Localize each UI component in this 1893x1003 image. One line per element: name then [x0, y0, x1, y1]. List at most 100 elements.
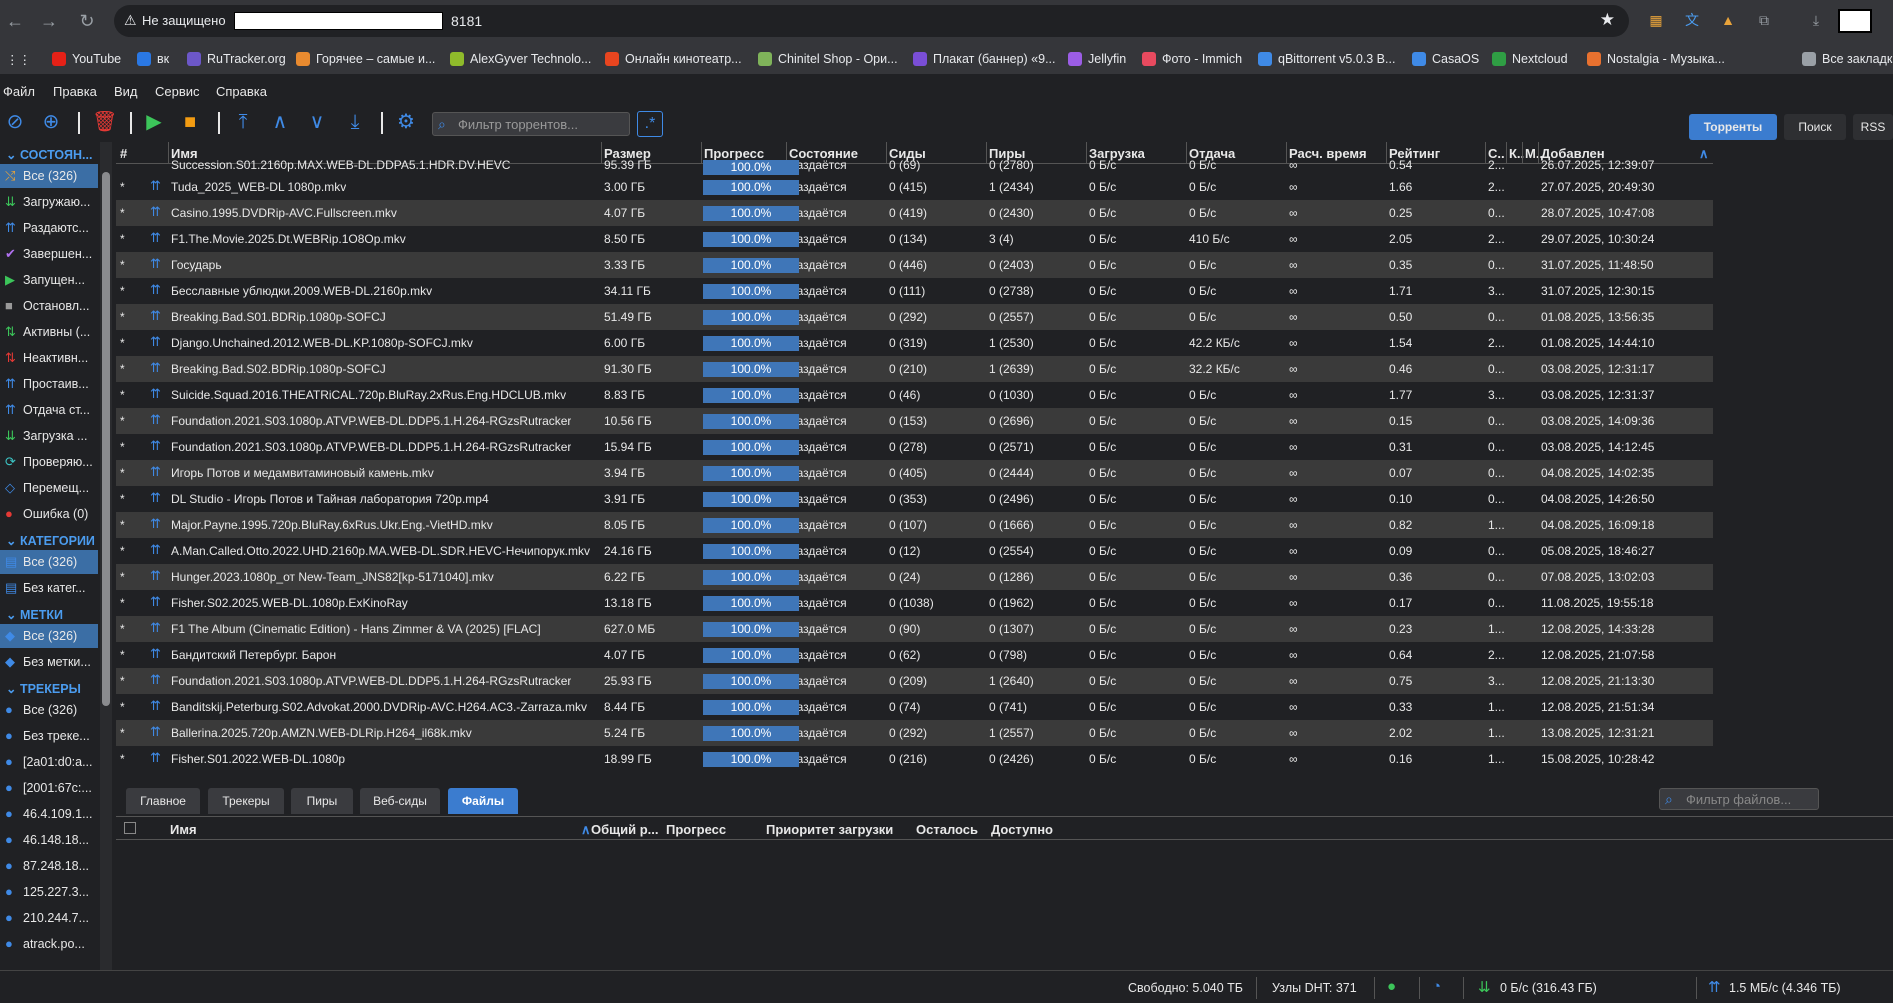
chevron-down-icon[interactable]: ⌄: [6, 608, 20, 622]
sidebar-item-status[interactable]: ⇅ Активны (...: [0, 320, 98, 344]
table-row[interactable]: ⇈ * Django.Unchained.2012.WEB-DL.KP.1080p-…: [116, 330, 1713, 356]
profile-avatar[interactable]: [1838, 9, 1872, 33]
extension-icon[interactable]: ▲: [1718, 10, 1738, 30]
files-col-remaining[interactable]: Осталось: [916, 822, 978, 837]
table-row[interactable]: ⇈ * Бандитский Петербург. Барон 4.07 ГБ Разд…: [116, 642, 1713, 668]
sidebar-item-tracker[interactable]: ● [2001:67c:...: [0, 776, 98, 800]
table-row[interactable]: ⇈ * Бесславные ублюдки.2009.WEB-DL.2160p.m…: [116, 278, 1713, 304]
warning-icon[interactable]: ⚠: [124, 12, 137, 29]
column-divider[interactable]: [1186, 142, 1187, 164]
sidebar-item-tracker[interactable]: ● atrack.po...: [0, 932, 98, 956]
settings-gear-icon[interactable]: ⚙: [394, 110, 418, 134]
sidebar-item-status[interactable]: ● Ошибка (0): [0, 502, 98, 526]
tab-files[interactable]: Файлы: [448, 788, 518, 814]
sidebar-item-tag[interactable]: ◆ Все (326): [0, 624, 98, 648]
sidebar-item-tag[interactable]: ◆ Без метки...: [0, 650, 98, 674]
table-row[interactable]: ⇈ * Ballerina.2025.720p.AMZN.WEB-DLRip.H26…: [116, 720, 1713, 746]
table-row[interactable]: ⇈ * Foundation.2021.S03.1080p.ATVP.WEB-DL.…: [116, 668, 1713, 694]
column-divider[interactable]: [1485, 142, 1486, 164]
table-row[interactable]: ⇈ * DL Studio - Игорь Потов и Тайная лабор…: [116, 486, 1713, 512]
resume-icon[interactable]: ▶: [142, 110, 166, 134]
table-row[interactable]: ⇈ * Tuda_2025_WEB-DL 1080p.mkv 3.00 ГБ Разда…: [116, 174, 1713, 200]
move-up-icon[interactable]: ∧: [268, 110, 292, 134]
table-row[interactable]: ⇈ * Государь 3.33 ГБ Раздаётся 0 (446) 0 (2403…: [116, 252, 1713, 278]
table-row[interactable]: ⇈ * Foundation.2021.S03.1080p.ATVP.WEB-DL.…: [116, 434, 1713, 460]
sidebar-item-tracker[interactable]: ● 46.4.109.1...: [0, 802, 98, 826]
tab-rss[interactable]: RSS: [1853, 114, 1893, 140]
table-row[interactable]: ⇈ * F1 The Album (Cinematic Edition) - Han…: [116, 616, 1713, 642]
pause-icon[interactable]: ■: [178, 110, 202, 134]
sidebar-item-tracker[interactable]: ● 210.244.7...: [0, 906, 98, 930]
translate-icon[interactable]: 文: [1682, 10, 1702, 30]
tab-trackers[interactable]: Трекеры: [208, 788, 284, 814]
bookmark-star-icon[interactable]: ★: [1600, 10, 1615, 30]
sidebar-item-category[interactable]: ▤ Все (326): [0, 550, 98, 574]
table-row[interactable]: ⇈ * Suicide.Squad.2016.THEATRiCAL.720p.Blu…: [116, 382, 1713, 408]
table-row[interactable]: ⇈ * Casino.1995.DVDRip-AVC.Fullscreen.mkv 4…: [116, 200, 1713, 226]
sidebar-item-status[interactable]: ▶ Запущен...: [0, 268, 98, 292]
files-col-name[interactable]: Имя: [170, 822, 197, 837]
column-header[interactable]: Прогресс: [704, 146, 764, 161]
torrent-filter-input[interactable]: ⌕ Фильтр торрентов...: [432, 112, 630, 136]
column-divider[interactable]: [1522, 142, 1523, 164]
menu-view[interactable]: Вид: [114, 84, 138, 99]
table-row[interactable]: ⇈ * Major.Payne.1995.720p.BluRay.6xRus.Ukr…: [116, 512, 1713, 538]
bookmark-item[interactable]: Все закладки: [1802, 50, 1893, 68]
chevron-down-icon[interactable]: ⌄: [6, 534, 20, 548]
bookmark-item[interactable]: AlexGyver Technolo...: [450, 50, 591, 68]
bookmark-item[interactable]: Онлайн кинотеатр...: [605, 50, 742, 68]
tab-search[interactable]: Поиск: [1784, 114, 1846, 140]
files-col-available[interactable]: Доступно: [991, 822, 1053, 837]
table-row[interactable]: ⇈ * Breaking.Bad.S01.BDRip.1080p-SOFCJ 51.4…: [116, 304, 1713, 330]
files-col-progress[interactable]: Прогресс: [666, 822, 726, 837]
column-divider[interactable]: [886, 142, 887, 164]
column-header[interactable]: #: [120, 146, 127, 161]
sidebar-scrollbar[interactable]: [100, 142, 112, 970]
back-icon[interactable]: ←: [4, 10, 26, 32]
files-col-priority[interactable]: Приоритет загрузки: [766, 822, 893, 837]
move-bottom-icon[interactable]: ⤓: [343, 110, 367, 134]
sidebar-item-status[interactable]: ⟳ Проверяю...: [0, 450, 98, 474]
security-label[interactable]: Не защищено: [142, 13, 226, 28]
chevron-down-icon[interactable]: ⌄: [6, 682, 20, 696]
sidebar-item-tracker[interactable]: ● Все (326): [0, 698, 98, 722]
tab-general[interactable]: Главное: [126, 788, 200, 814]
sidebar-item-status[interactable]: ✔ Завершен...: [0, 242, 98, 266]
bookmark-item[interactable]: qBittorrent v5.0.3 В...: [1258, 50, 1395, 68]
forward-icon[interactable]: →: [38, 10, 60, 32]
delete-icon[interactable]: 🗑: [92, 110, 117, 134]
sort-asc-icon[interactable]: ∧: [1699, 146, 1709, 162]
column-divider[interactable]: [1086, 142, 1087, 164]
bookmark-item[interactable]: Jellyfin: [1068, 50, 1126, 68]
scrollbar-thumb[interactable]: [102, 172, 110, 706]
bookmark-item[interactable]: YouTube: [52, 50, 121, 68]
sidebar-item-status[interactable]: ⇊ Загружаю...: [0, 190, 98, 214]
bookmark-item[interactable]: Chinitel Shop - Ори...: [758, 50, 898, 68]
column-divider[interactable]: [701, 142, 702, 164]
select-all-checkbox[interactable]: [124, 822, 136, 834]
table-row[interactable]: ⇈ * Fisher.S02.2025.WEB-DL.1080p.ExKinoRay…: [116, 590, 1713, 616]
column-divider[interactable]: [1538, 142, 1539, 164]
bookmark-item[interactable]: RuTracker.org: [187, 50, 286, 68]
trackers-section-header[interactable]: ⌄ ТРЕКЕРЫ: [0, 678, 98, 698]
extension-icon[interactable]: ▦: [1646, 10, 1666, 30]
move-top-icon[interactable]: ⤒: [231, 110, 255, 134]
menu-file[interactable]: Файл: [3, 84, 35, 99]
tab-peers[interactable]: Пиры: [291, 788, 353, 814]
address-bar[interactable]: ⚠ Не защищено 8181 ★: [114, 5, 1629, 37]
table-row[interactable]: ⇈ * A.Man.Called.Otto.2022.UHD.2160p.MA.WE…: [116, 538, 1713, 564]
bookmark-item[interactable]: Nextcloud: [1492, 50, 1568, 68]
speed-limit-icon[interactable]: ◔: [1432, 978, 1441, 995]
sidebar-item-status[interactable]: ⇈ Простаив...: [0, 372, 98, 396]
sidebar-item-status[interactable]: ⇈ Раздаютс...: [0, 216, 98, 240]
sidebar-item-status[interactable]: ⇅ Неактивн...: [0, 346, 98, 370]
sidebar-item-status[interactable]: ◇ Перемещ...: [0, 476, 98, 500]
column-divider[interactable]: [601, 142, 602, 164]
categories-section-header[interactable]: ⌄ КАТЕГОРИИ: [0, 530, 98, 550]
column-divider[interactable]: [1386, 142, 1387, 164]
table-row[interactable]: ⇈ * Hunger.2023.1080p_от New-Team_JNS82[kp…: [116, 564, 1713, 590]
regex-toggle[interactable]: .*: [637, 111, 663, 137]
bookmark-item[interactable]: Горячее – самые и...: [296, 50, 435, 68]
column-divider[interactable]: [986, 142, 987, 164]
table-row[interactable]: ⇈ * F1.The.Movie.2025.Dt.WEBRip.1O8Op.mkv 8…: [116, 226, 1713, 252]
